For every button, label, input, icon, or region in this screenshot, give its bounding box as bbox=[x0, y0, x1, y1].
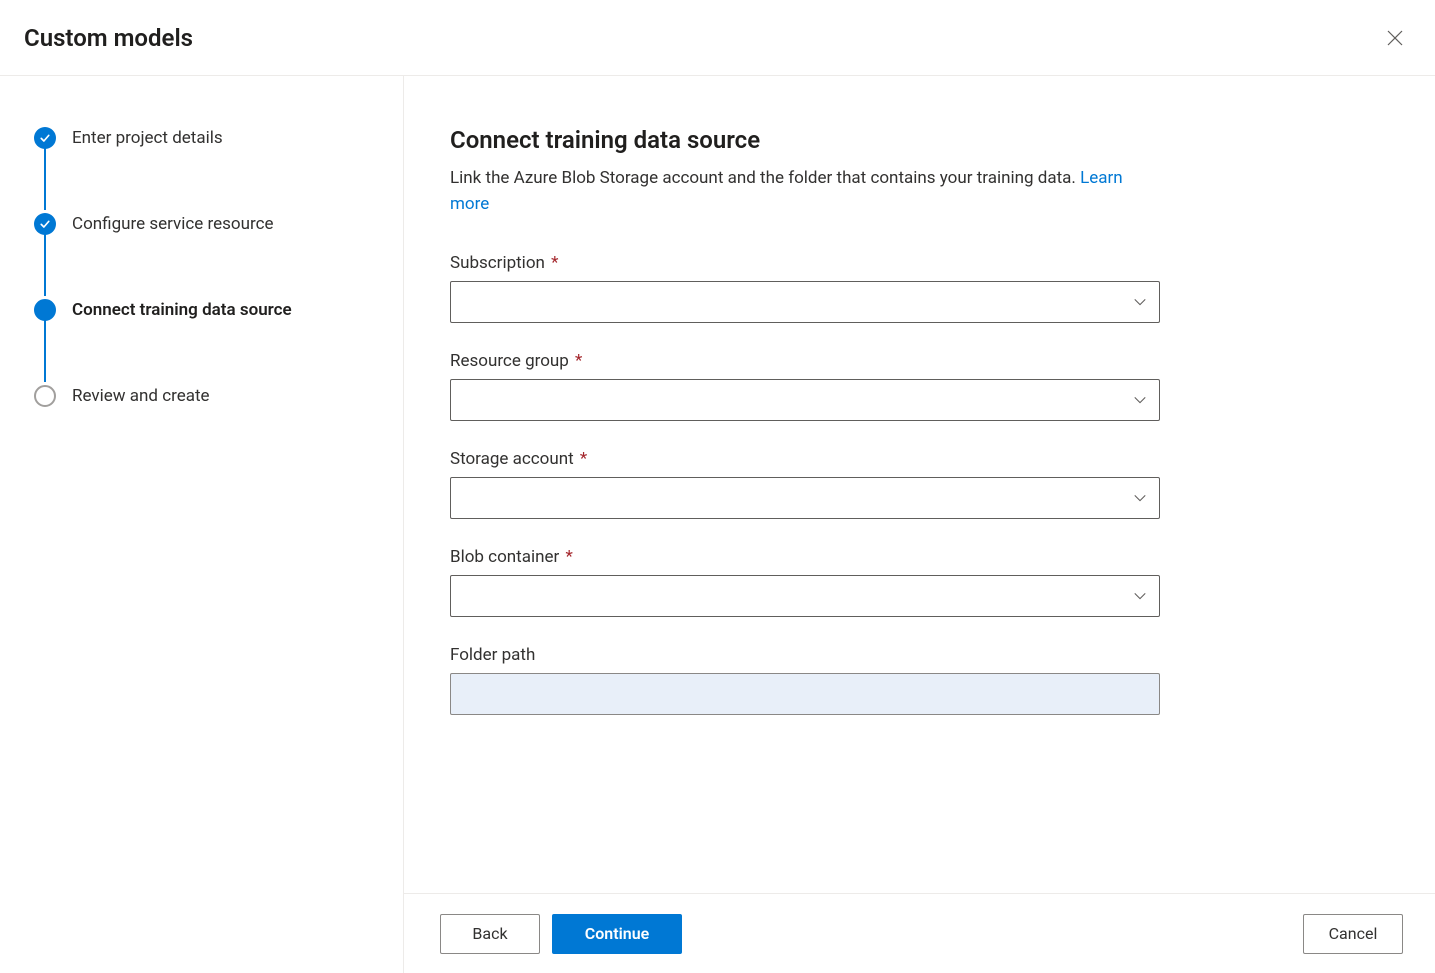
back-button[interactable]: Back bbox=[440, 914, 540, 954]
resource-group-dropdown[interactable] bbox=[450, 379, 1160, 421]
chevron-down-icon bbox=[1133, 295, 1147, 309]
required-marker: * bbox=[580, 449, 587, 469]
dialog-title: Custom models bbox=[24, 24, 193, 52]
resource-group-label: Resource group * bbox=[450, 351, 1160, 371]
main-panel: Connect training data source Link the Az… bbox=[404, 76, 1435, 973]
continue-button[interactable]: Continue bbox=[552, 914, 682, 954]
dialog-footer: Back Continue Cancel bbox=[404, 893, 1435, 973]
wizard-step-review-and-create[interactable]: Review and create bbox=[34, 384, 379, 408]
checkmark-icon bbox=[34, 127, 56, 149]
field-label-text: Folder path bbox=[450, 645, 535, 665]
required-marker: * bbox=[566, 547, 573, 567]
dialog-header: Custom models bbox=[0, 0, 1435, 76]
checkmark-icon bbox=[34, 213, 56, 235]
cancel-button[interactable]: Cancel bbox=[1303, 914, 1403, 954]
chevron-down-icon bbox=[1133, 491, 1147, 505]
step-connector bbox=[44, 234, 46, 296]
required-marker: * bbox=[575, 351, 582, 371]
subscription-dropdown[interactable] bbox=[450, 281, 1160, 323]
field-label-text: Blob container bbox=[450, 547, 559, 567]
blob-container-dropdown[interactable] bbox=[450, 575, 1160, 617]
subscription-label: Subscription * bbox=[450, 253, 1160, 273]
form-description-text: Link the Azure Blob Storage account and … bbox=[450, 168, 1080, 188]
wizard-step-enter-project-details[interactable]: Enter project details bbox=[34, 126, 379, 150]
wizard-step-label: Review and create bbox=[72, 386, 210, 406]
form-description: Link the Azure Blob Storage account and … bbox=[450, 166, 1150, 217]
chevron-down-icon bbox=[1133, 393, 1147, 407]
wizard-step-label: Enter project details bbox=[72, 128, 223, 148]
field-label-text: Storage account bbox=[450, 449, 574, 469]
current-step-icon bbox=[34, 299, 56, 321]
field-label-text: Resource group bbox=[450, 351, 569, 371]
wizard-step-label: Connect training data source bbox=[72, 300, 292, 320]
close-icon bbox=[1387, 30, 1403, 46]
storage-account-label: Storage account * bbox=[450, 449, 1160, 469]
pending-step-icon bbox=[34, 385, 56, 407]
wizard-step-label: Configure service resource bbox=[72, 214, 274, 234]
folder-path-input-wrap[interactable] bbox=[450, 673, 1160, 715]
folder-path-input[interactable] bbox=[461, 674, 1123, 714]
required-marker: * bbox=[551, 253, 558, 273]
close-button[interactable] bbox=[1379, 22, 1411, 54]
field-label-text: Subscription bbox=[450, 253, 545, 273]
step-connector bbox=[44, 320, 46, 382]
wizard-step-configure-service-resource[interactable]: Configure service resource bbox=[34, 212, 379, 236]
folder-path-label: Folder path bbox=[450, 645, 1160, 665]
blob-container-label: Blob container * bbox=[450, 547, 1160, 567]
chevron-down-icon bbox=[1133, 589, 1147, 603]
wizard-sidebar: Enter project details Configure service … bbox=[0, 76, 404, 973]
form-title: Connect training data source bbox=[450, 126, 1389, 154]
storage-account-dropdown[interactable] bbox=[450, 477, 1160, 519]
step-connector bbox=[44, 148, 46, 210]
wizard-step-connect-training-data-source[interactable]: Connect training data source bbox=[34, 298, 379, 322]
